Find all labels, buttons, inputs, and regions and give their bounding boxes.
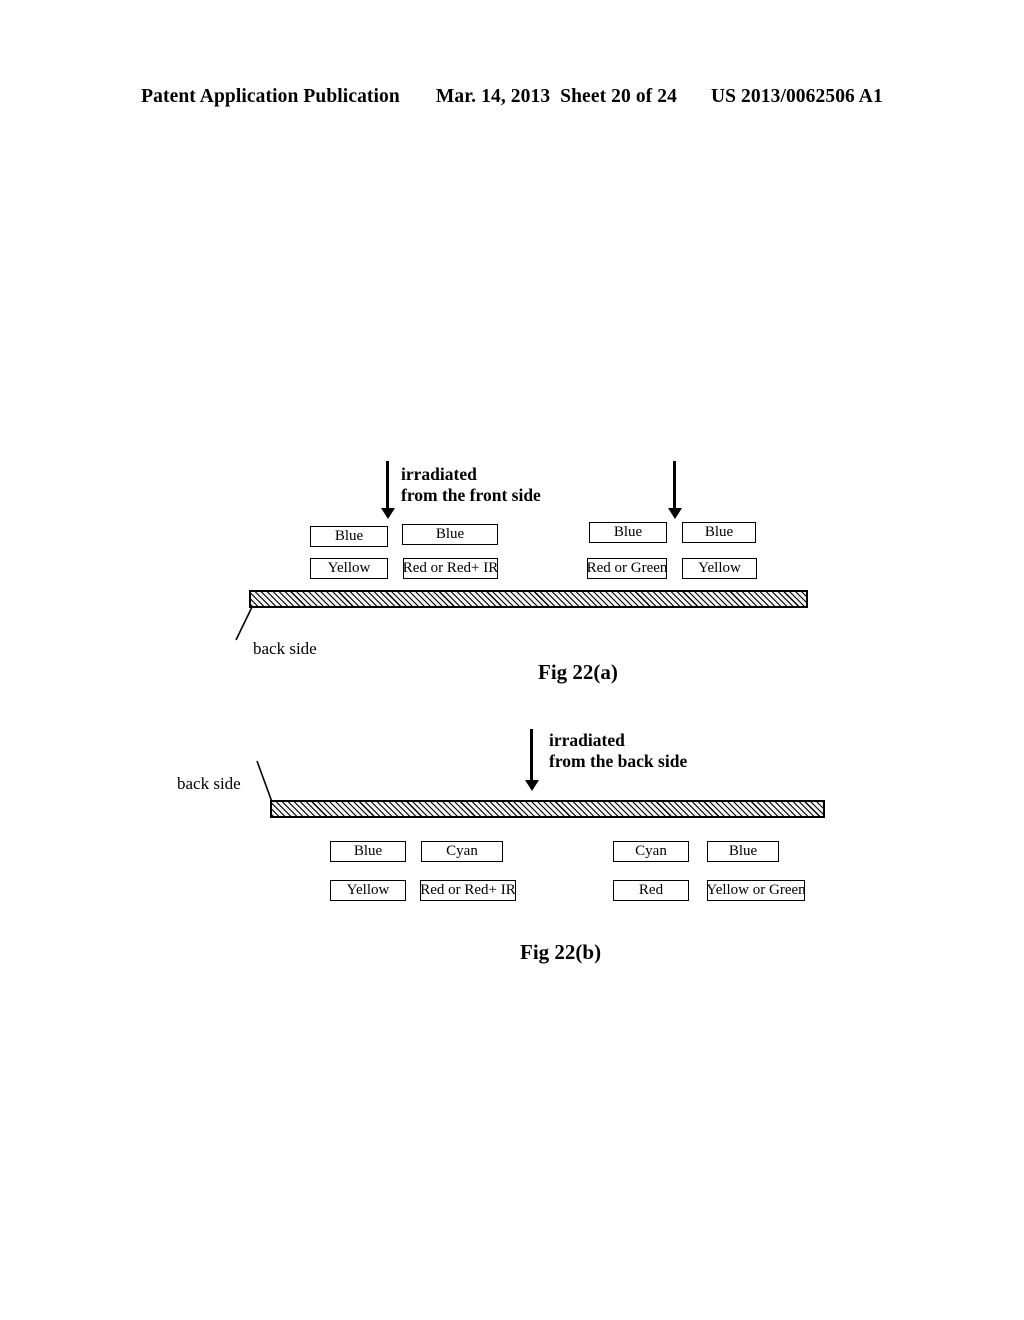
layer-box-top-1-a: Blue — [310, 526, 388, 547]
backside-leader-b — [256, 760, 273, 803]
irradiation-caption-b: irradiated from the back side — [549, 730, 687, 772]
layer-box-top-2-b: Cyan — [421, 841, 503, 862]
irradiation-caption-line2: from the front side — [401, 485, 541, 505]
header-publication-date: Mar. 14, 2013 — [435, 86, 551, 107]
layer-box-bottom-4-a: Yellow — [682, 558, 757, 579]
layer-box-top-1-b: Blue — [330, 841, 406, 862]
layer-box-top-4-a: Blue — [682, 522, 756, 543]
irradiation-arrow-left-a — [381, 461, 395, 519]
layer-box-top-3-a: Blue — [589, 522, 667, 543]
irradiation-caption-line1: irradiated — [401, 464, 477, 484]
layer-box-bottom-2-b: Red or Red+ IR — [420, 880, 516, 901]
substrate-bar-a — [249, 590, 808, 608]
backside-label-b: back side — [177, 774, 241, 793]
layer-box-top-2-a: Blue — [402, 524, 498, 545]
layer-box-top-4-b: Blue — [707, 841, 779, 862]
header-patent-number: US 2013/0062506 A1 — [710, 86, 883, 107]
layer-box-bottom-1-b: Yellow — [330, 880, 406, 901]
figure-caption-b: Fig 22(b) — [520, 940, 602, 964]
irradiation-caption-a: irradiated from the front side — [401, 464, 541, 506]
irradiation-caption-line2: from the back side — [549, 751, 688, 771]
irradiation-caption-line1: irradiated — [549, 730, 625, 750]
layer-box-bottom-3-a: Red or Green — [587, 558, 667, 579]
figure-22b: back side irradiated from the back side … — [0, 710, 1024, 970]
substrate-bar-b — [270, 800, 825, 818]
layer-box-top-3-b: Cyan — [613, 841, 689, 862]
layer-box-bottom-1-a: Yellow — [310, 558, 388, 579]
figure-caption-a: Fig 22(a) — [538, 660, 618, 684]
header-publication-title: Patent Application Publication — [141, 86, 400, 107]
layer-box-bottom-2-a: Red or Red+ IR — [403, 558, 498, 579]
page-header: Patent Application Publication Mar. 14, … — [0, 86, 1024, 112]
backside-label-a: back side — [253, 639, 317, 658]
irradiation-arrow-right-a — [668, 461, 682, 519]
figure-22a: irradiated from the front side Blue Blue… — [0, 440, 1024, 690]
layer-box-bottom-3-b: Red — [613, 880, 689, 901]
irradiation-arrow-b — [525, 729, 539, 792]
layer-box-bottom-4-b: Yellow or Green — [706, 880, 806, 901]
header-sheet-number: Sheet 20 of 24 — [560, 86, 677, 107]
